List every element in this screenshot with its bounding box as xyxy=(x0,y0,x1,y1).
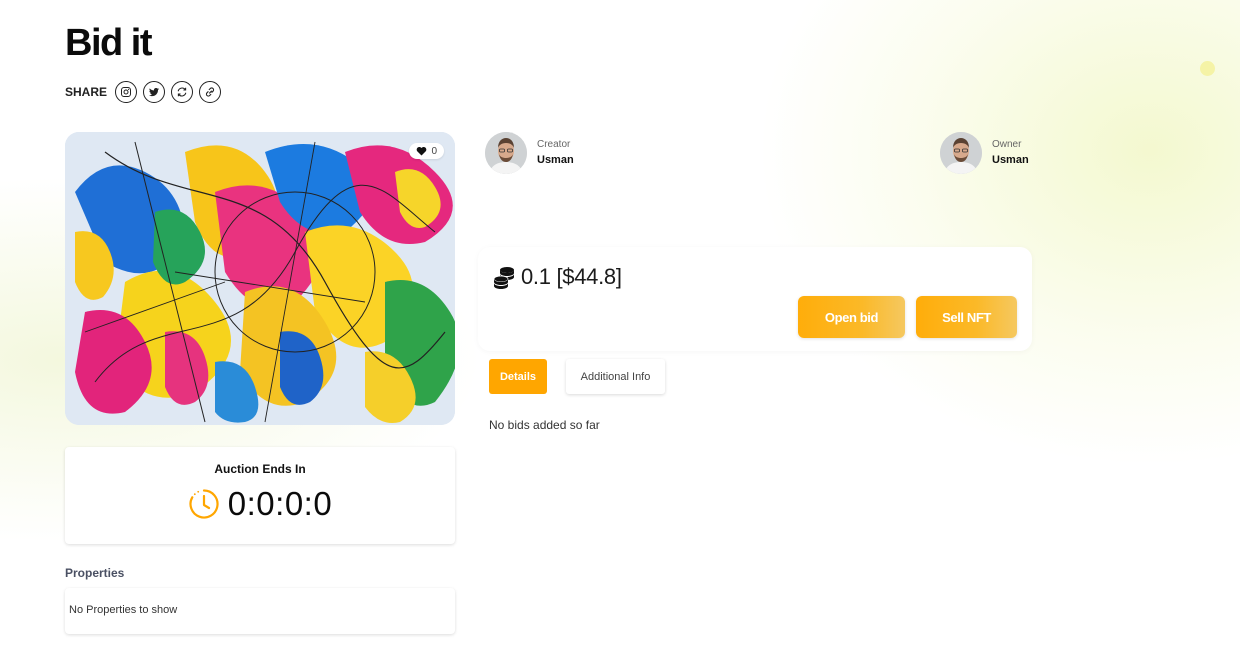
tab-additional-info[interactable]: Additional Info xyxy=(566,359,665,394)
creator-text: Creator Usman xyxy=(537,138,574,168)
auction-title: Auction Ends In xyxy=(214,462,306,476)
share-label: SHARE xyxy=(65,85,108,99)
instagram-share-button[interactable] xyxy=(115,81,138,103)
countdown: 0:0:0:0 xyxy=(65,485,455,523)
tab-details[interactable]: Details xyxy=(489,359,547,394)
price-row: 0.1 [$44.8] xyxy=(492,264,622,290)
refresh-share-button[interactable] xyxy=(171,81,194,103)
link-icon xyxy=(205,87,215,97)
creator-name[interactable]: Usman xyxy=(537,152,574,168)
page-title: Bid it xyxy=(65,22,152,64)
countdown-value: 0:0:0:0 xyxy=(227,485,333,522)
owner-name[interactable]: Usman xyxy=(992,152,1029,168)
price-value: 0.1 [$44.8] xyxy=(521,264,622,289)
like-count: 0 xyxy=(431,145,437,157)
heart-icon xyxy=(417,146,427,156)
bids-empty-text: No bids added so far xyxy=(489,418,600,432)
auction-card: Auction Ends In 0:0:0:0 xyxy=(65,447,455,544)
share-bar: SHARE xyxy=(65,81,222,103)
creator-avatar[interactable] xyxy=(485,132,527,174)
coins-icon xyxy=(493,266,514,289)
owner-avatar[interactable] xyxy=(940,132,982,174)
owner-label: Owner xyxy=(992,139,1022,150)
like-button[interactable]: 0 xyxy=(409,143,444,159)
abstract-painting xyxy=(65,132,455,425)
twitter-share-button[interactable] xyxy=(143,81,166,103)
properties-title: Properties xyxy=(65,566,125,580)
refresh-icon xyxy=(177,87,187,97)
instagram-icon xyxy=(121,87,132,97)
owner-info[interactable]: Owner Usman xyxy=(940,132,1029,174)
user-avatar-image xyxy=(485,132,527,174)
properties-empty-text: No Properties to show xyxy=(69,604,178,616)
copy-link-button[interactable] xyxy=(199,81,222,103)
twitter-icon xyxy=(149,87,160,97)
owner-text: Owner Usman xyxy=(992,138,1029,168)
creator-label: Creator xyxy=(537,139,571,150)
price-card: 0.1 [$44.8] Open bid Sell NFT xyxy=(478,247,1032,351)
sell-nft-button[interactable]: Sell NFT xyxy=(916,296,1017,338)
open-bid-button[interactable]: Open bid xyxy=(798,296,905,338)
decorative-dot xyxy=(1200,61,1215,76)
nft-artwork-image: 0 xyxy=(65,132,455,425)
properties-card: No Properties to show xyxy=(65,588,455,634)
creator-info[interactable]: Creator Usman xyxy=(485,132,574,174)
user-avatar-image xyxy=(940,132,982,174)
clock-icon xyxy=(189,489,219,519)
